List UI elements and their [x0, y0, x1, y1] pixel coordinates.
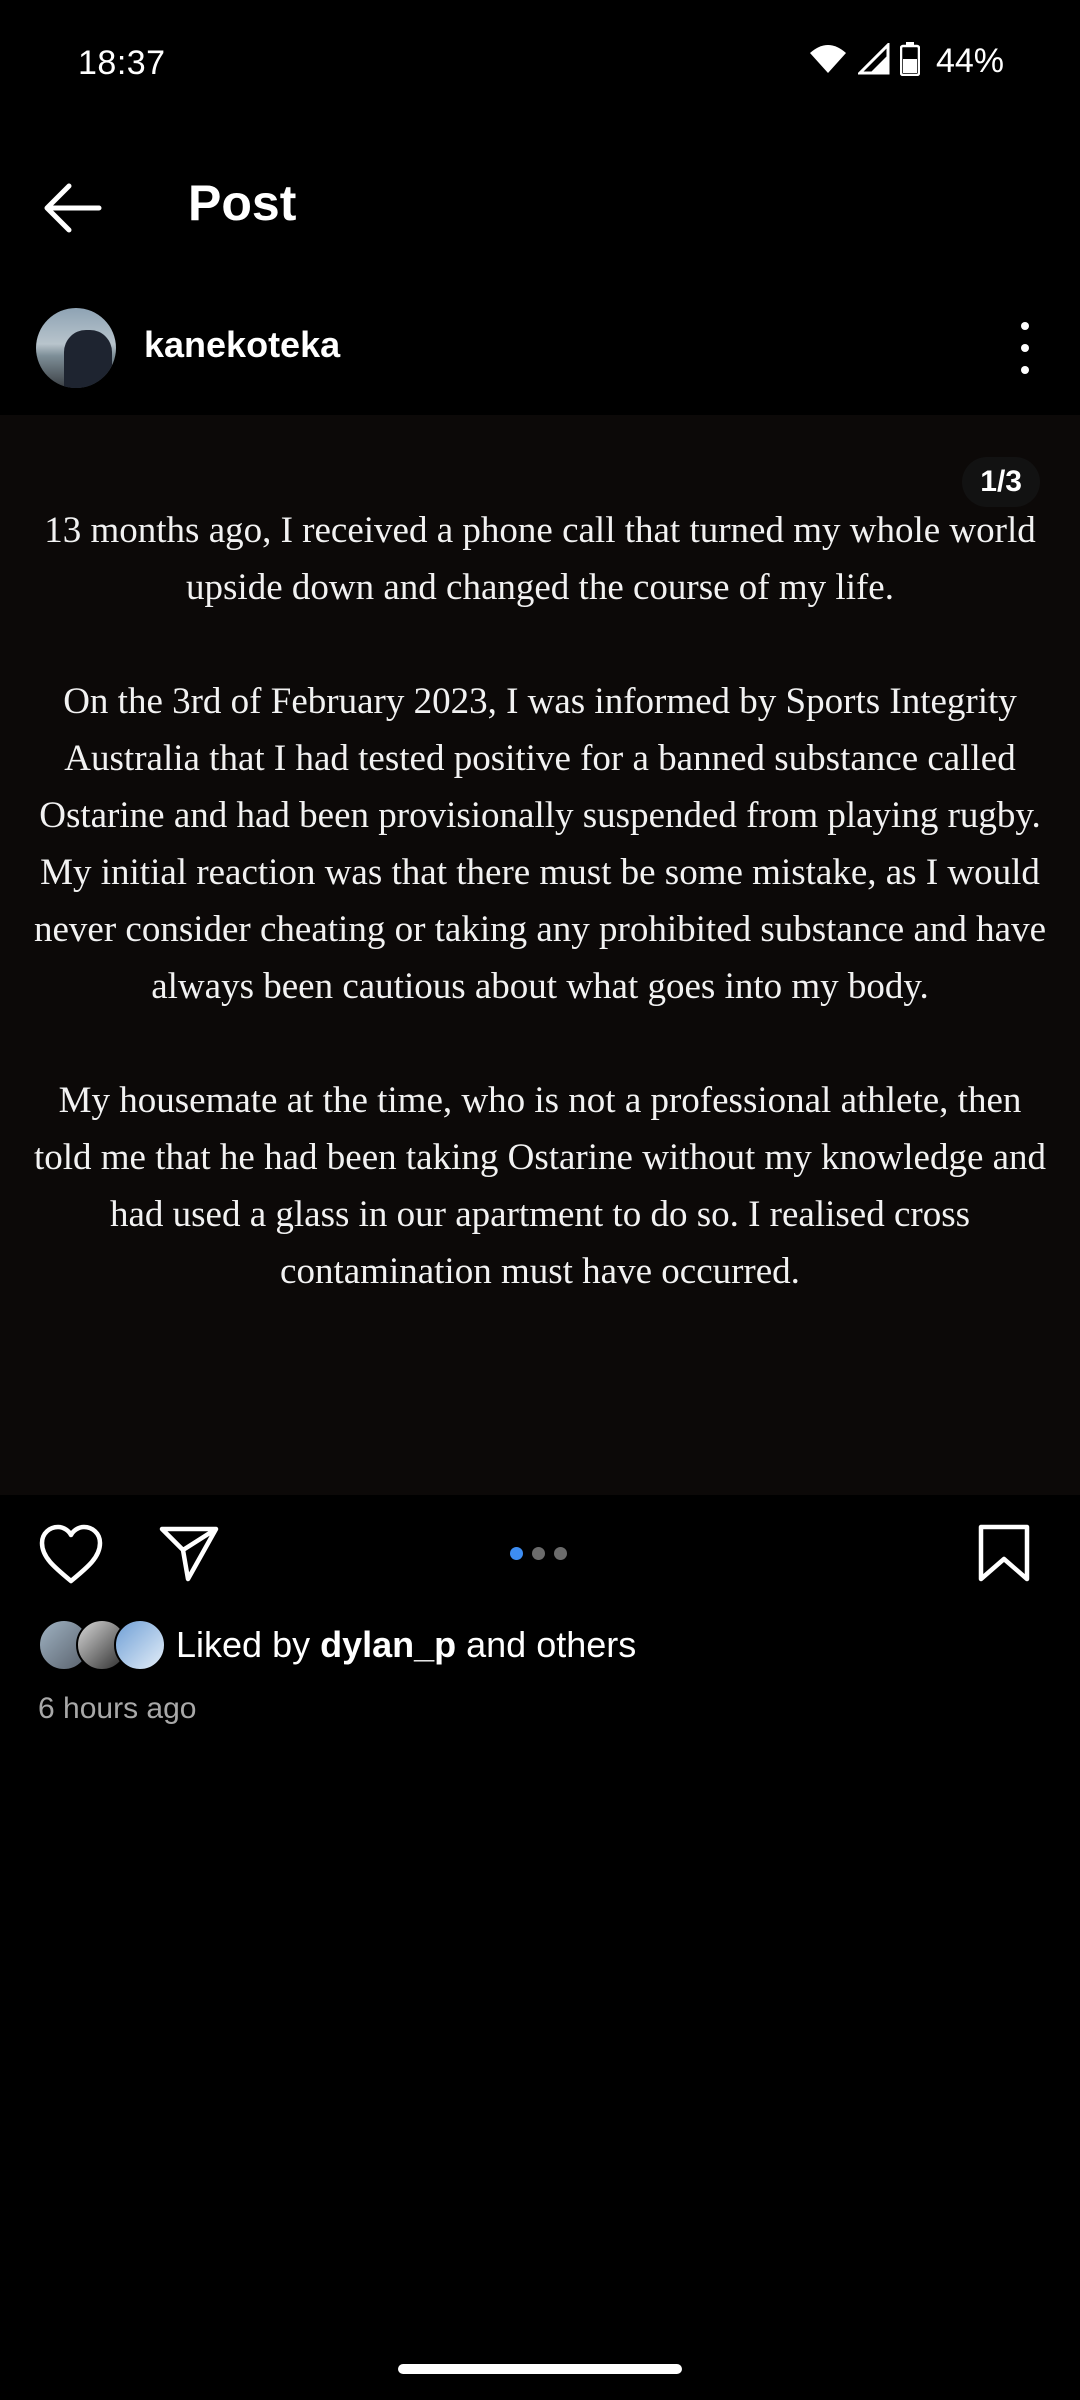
- status-icons: 44%: [808, 41, 1004, 81]
- more-vertical-icon: [1021, 322, 1029, 330]
- post-text: 13 months ago, I received a phone call t…: [30, 502, 1050, 1357]
- more-dot: [1021, 366, 1029, 374]
- send-icon: [159, 1526, 219, 1582]
- wifi-icon: [808, 43, 848, 80]
- likes-suffix: and others: [456, 1624, 637, 1665]
- battery-percent: 44%: [935, 42, 1004, 80]
- likes-summary: Liked by dylan_p and others: [176, 1624, 636, 1666]
- liker-avatar: [114, 1619, 166, 1671]
- signal-icon: [856, 41, 890, 80]
- post-timestamp: 6 hours ago: [38, 1692, 197, 1725]
- share-button[interactable]: [158, 1523, 230, 1595]
- home-indicator[interactable]: [398, 2364, 682, 2374]
- carousel-dot: [532, 1547, 545, 1560]
- post-action-bar: [0, 1515, 1080, 1595]
- post-paragraph: 13 months ago, I received a phone call t…: [44, 510, 1036, 608]
- heart-icon: [39, 1524, 103, 1584]
- carousel-dot: [554, 1547, 567, 1560]
- avatar-figure: [64, 330, 112, 388]
- like-button[interactable]: [38, 1523, 110, 1595]
- status-bar: 18:37 44%: [0, 0, 1080, 130]
- top-app-bar: Post: [0, 150, 1080, 260]
- more-options-button[interactable]: [1010, 322, 1040, 374]
- carousel-dots: [510, 1547, 567, 1560]
- save-button[interactable]: [976, 1523, 1040, 1595]
- more-dot: [1021, 344, 1029, 352]
- likes-prefix: Liked by: [176, 1624, 321, 1665]
- author-username[interactable]: kanekoteka: [144, 324, 340, 366]
- carousel-page-indicator: 1/3: [962, 457, 1040, 507]
- carousel-dot-active: [510, 1547, 523, 1560]
- battery-icon: [899, 42, 921, 81]
- post-paragraph: On the 3rd of February 2023, I was infor…: [33, 681, 1046, 1007]
- author-avatar[interactable]: [36, 308, 116, 388]
- liker-avatars: [38, 1619, 168, 1671]
- post-media[interactable]: 1/3 13 months ago, I received a phone ca…: [0, 415, 1080, 1495]
- status-time: 18:37: [78, 44, 166, 82]
- post-paragraph: My housemate at the time, who is not a p…: [33, 1080, 1047, 1292]
- likes-user[interactable]: dylan_p: [320, 1624, 456, 1665]
- page-title: Post: [188, 175, 297, 231]
- bookmark-icon: [978, 1524, 1030, 1582]
- back-button[interactable]: [36, 172, 108, 244]
- post-author-row: kanekoteka: [0, 300, 1080, 396]
- likes-row[interactable]: Liked by dylan_p and others: [38, 1615, 636, 1675]
- arrow-left-icon: [44, 183, 102, 233]
